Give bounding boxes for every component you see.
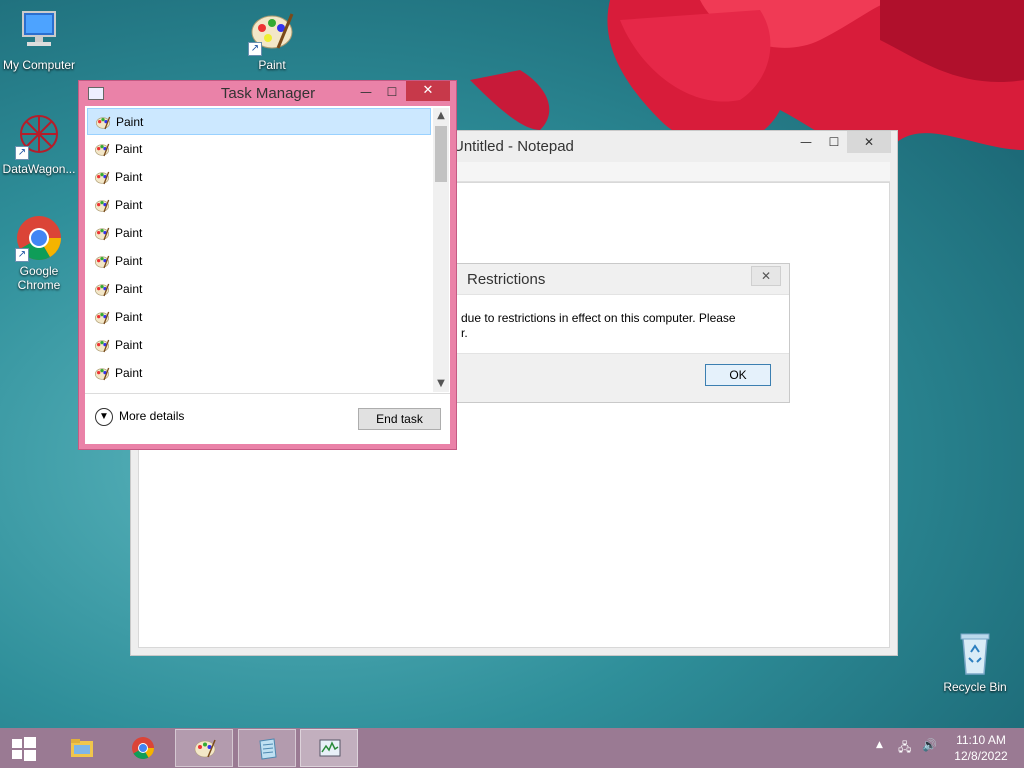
system-tray: ▲ 🖧 🔊 xyxy=(874,734,944,762)
desktop-icon-recycle-bin[interactable]: Recycle Bin xyxy=(936,630,1014,694)
paint-palette-icon xyxy=(95,367,110,381)
process-row[interactable]: Paint xyxy=(87,304,431,331)
taskbar-google-chrome[interactable] xyxy=(114,729,172,767)
paint-palette-icon xyxy=(95,143,110,157)
minimize-button[interactable]: — xyxy=(791,131,821,153)
process-row[interactable]: Paint xyxy=(87,332,431,359)
dialog-message-line1: due to restrictions in effect on this co… xyxy=(461,311,736,325)
process-name: Paint xyxy=(115,254,143,268)
shortcut-arrow-icon: ↗ xyxy=(15,248,29,262)
paint-palette-icon xyxy=(95,171,110,185)
process-row[interactable]: Paint xyxy=(87,220,431,247)
chevron-down-icon: ▼ xyxy=(95,408,113,426)
desktop-icon-label: DataWagon... xyxy=(2,162,76,176)
paint-palette-icon xyxy=(95,339,110,353)
desktop-icon-label: Recycle Bin xyxy=(943,680,1007,694)
scroll-down-arrow-icon[interactable]: ▼ xyxy=(433,376,449,392)
more-details-label: More details xyxy=(119,409,185,424)
desktop-icon-google-chrome[interactable]: ↗ Google Chrome xyxy=(0,214,78,292)
clock-time: 11:10 AM xyxy=(956,733,1006,747)
close-button[interactable]: ✕ xyxy=(847,131,891,153)
process-row[interactable]: Paint xyxy=(87,248,431,275)
show-hidden-icons-icon[interactable]: ▲ xyxy=(876,740,883,750)
notepad-title: Untitled - Notepad xyxy=(453,138,574,155)
paint-palette-icon: ↗ xyxy=(248,8,296,56)
shortcut-arrow-icon: ↗ xyxy=(248,42,262,56)
process-row[interactable]: Paint xyxy=(87,360,431,387)
desktop-icon-label: Google Chrome xyxy=(17,264,61,292)
scrollbar-thumb[interactable] xyxy=(435,126,447,182)
process-row[interactable]: Paint xyxy=(87,108,431,135)
taskbar-task-manager[interactable] xyxy=(300,729,358,767)
recycle-bin-icon xyxy=(951,630,999,678)
dialog-message-line2: r. xyxy=(461,326,468,340)
process-row[interactable]: Paint xyxy=(87,276,431,303)
task-manager-window[interactable]: Task Manager — ☐ ✕ Paint Paint Paint Paint P… xyxy=(78,80,457,450)
chrome-icon: ↗ xyxy=(15,214,63,262)
ok-button[interactable]: OK xyxy=(705,364,771,386)
task-manager-client: Paint Paint Paint Paint Paint Paint Paint Paint… xyxy=(85,106,450,444)
paint-palette-icon xyxy=(95,227,110,241)
process-name: Paint xyxy=(115,170,143,184)
taskbar: ▲ 🖧 🔊 11:10 AM 12/8/2022 xyxy=(0,728,1024,768)
process-name: Paint xyxy=(116,115,144,129)
process-row[interactable]: Paint xyxy=(87,164,431,191)
notepad-icon xyxy=(259,738,277,760)
desktop-icon-label: Paint xyxy=(258,58,286,72)
paint-palette-icon xyxy=(95,255,110,269)
process-row[interactable]: Paint xyxy=(87,136,431,163)
desktop-icon-paint[interactable]: ↗ Paint xyxy=(233,8,311,72)
task-manager-icon xyxy=(319,739,341,757)
dialog-body: due to restrictions in effect on this co… xyxy=(453,294,789,354)
process-name: Paint xyxy=(115,142,143,156)
process-list: Paint Paint Paint Paint Paint Paint Paint Paint… xyxy=(85,106,450,394)
restrictions-dialog[interactable]: Restrictions ✕ due to restrictions in ef… xyxy=(452,263,790,403)
datawagon-icon: ↗ xyxy=(15,112,63,160)
process-name: Paint xyxy=(115,338,143,352)
process-name: Paint xyxy=(115,198,143,212)
paint-palette-icon xyxy=(95,311,110,325)
shortcut-arrow-icon: ↗ xyxy=(15,146,29,160)
paint-palette-icon xyxy=(95,283,110,297)
maximize-button[interactable]: ☐ xyxy=(819,131,849,153)
maximize-button[interactable]: ☐ xyxy=(377,81,407,103)
chrome-icon xyxy=(132,737,154,759)
volume-icon[interactable]: 🔊 xyxy=(922,738,937,752)
windows-logo-icon xyxy=(12,737,36,761)
process-row[interactable]: Paint xyxy=(87,192,431,219)
dialog-close-button[interactable]: ✕ xyxy=(751,266,781,286)
dialog-message: due to restrictions in effect on this co… xyxy=(461,311,781,341)
taskbar-notepad[interactable] xyxy=(238,729,296,767)
more-details-toggle[interactable]: ▼ More details xyxy=(95,408,184,426)
paint-palette-icon xyxy=(194,739,216,758)
desktop-icon-my-computer[interactable]: My Computer xyxy=(0,8,78,72)
taskbar-file-explorer[interactable] xyxy=(53,729,111,767)
paint-palette-icon xyxy=(95,199,110,213)
end-task-button[interactable]: End task xyxy=(358,408,441,430)
dialog-title: Restrictions xyxy=(467,271,546,288)
network-icon[interactable]: 🖧 xyxy=(898,738,911,759)
folder-icon xyxy=(71,739,93,757)
start-button[interactable] xyxy=(0,729,48,767)
taskbar-paint[interactable] xyxy=(175,729,233,767)
process-name: Paint xyxy=(115,366,143,380)
scroll-up-arrow-icon[interactable]: ▲ xyxy=(433,108,449,124)
desktop-icon-datawagon[interactable]: ↗ DataWagon... xyxy=(0,112,78,176)
process-name: Paint xyxy=(115,226,143,240)
paint-palette-icon xyxy=(96,116,111,130)
desktop-icon-label: My Computer xyxy=(2,58,76,72)
scrollbar[interactable]: ▲ ▼ xyxy=(433,108,449,392)
clock-date: 12/8/2022 xyxy=(954,749,1008,763)
close-button[interactable]: ✕ xyxy=(406,81,450,101)
computer-icon xyxy=(15,8,63,56)
process-name: Paint xyxy=(115,310,143,324)
process-name: Paint xyxy=(115,282,143,296)
taskbar-clock[interactable]: 11:10 AM 12/8/2022 xyxy=(948,732,1014,764)
